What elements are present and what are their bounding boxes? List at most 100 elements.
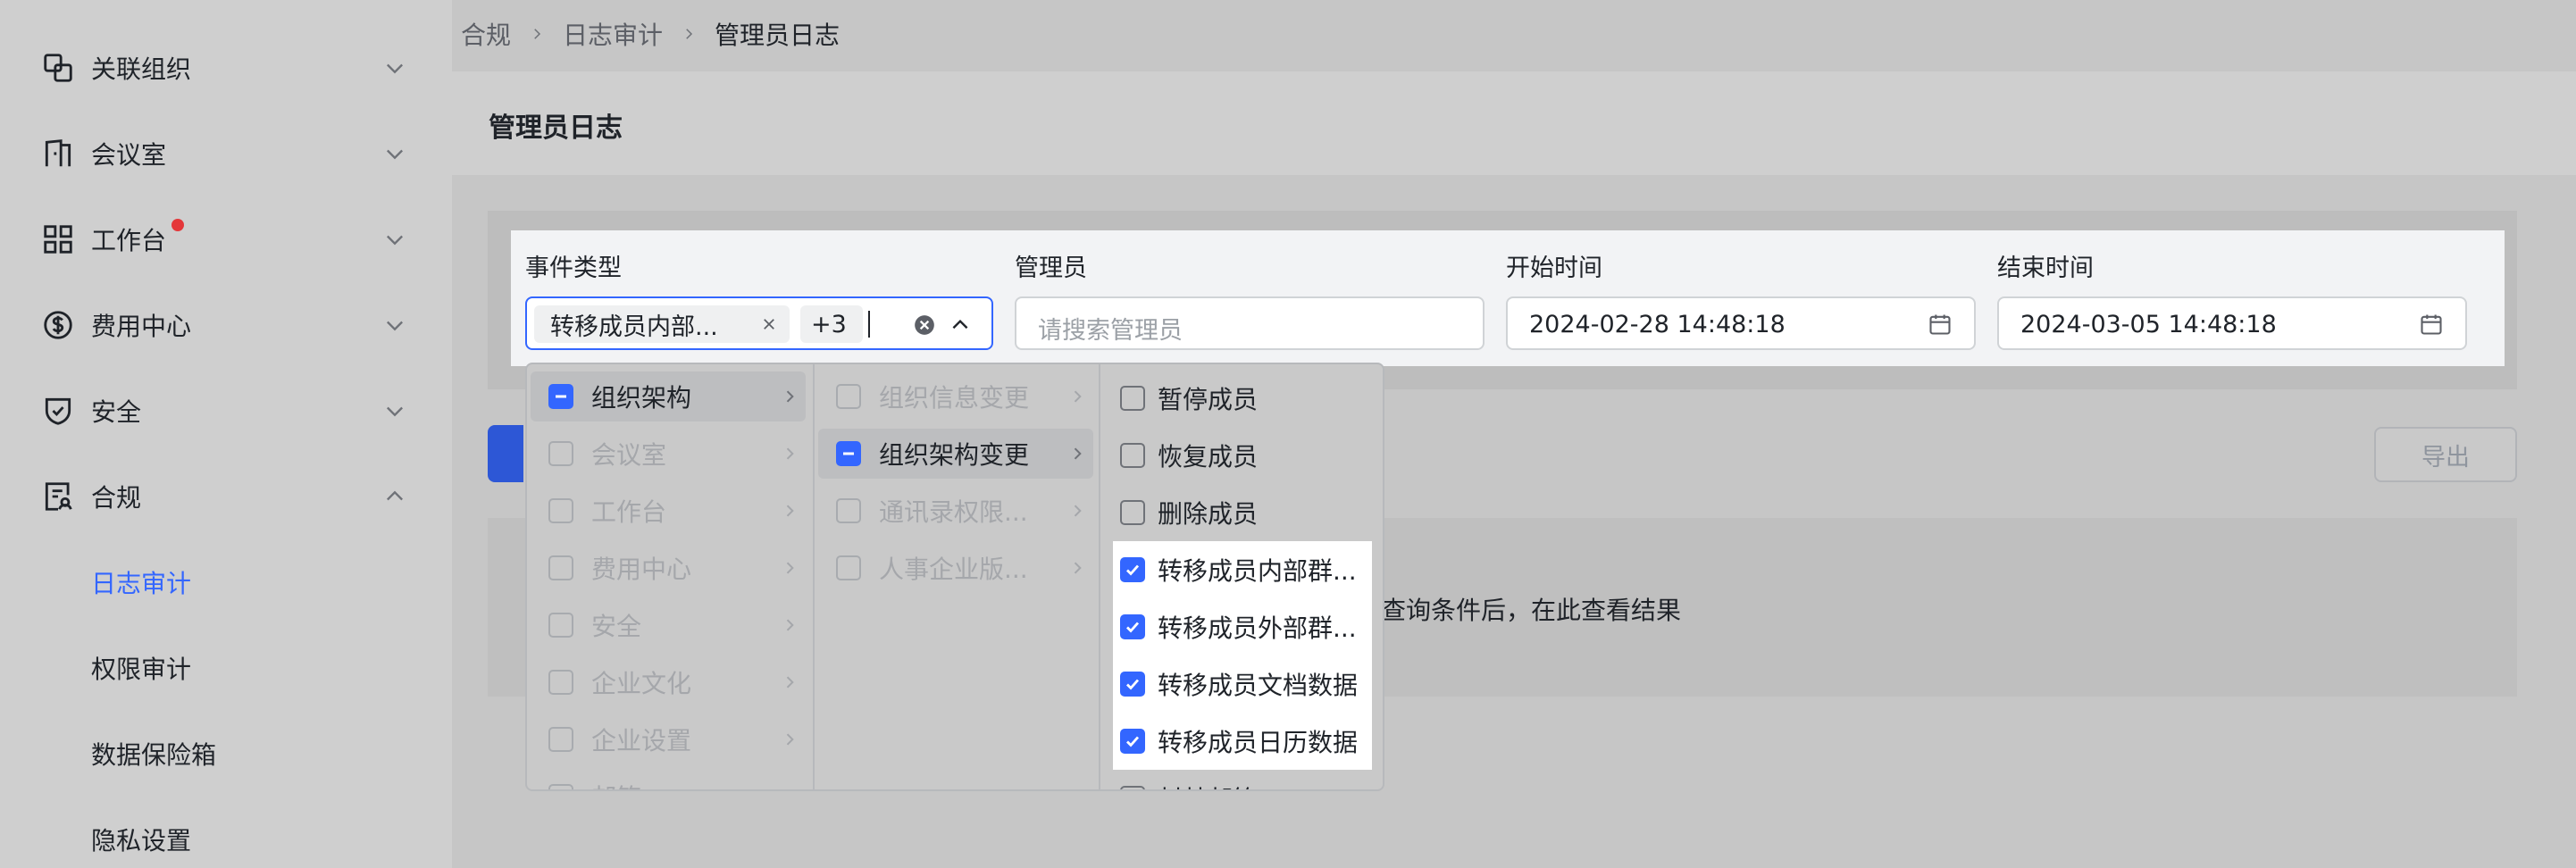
minus-icon <box>556 395 566 398</box>
cascader-option[interactable]: 转移成员内部群... <box>1106 545 1376 595</box>
checkbox-partial[interactable] <box>548 384 573 409</box>
cascader-option[interactable]: 企业文化 <box>531 657 806 707</box>
cascader-option[interactable]: 组织信息变更 <box>818 371 1093 421</box>
sidebar-sub-privacy[interactable]: 隐私设置 <box>91 822 191 857</box>
sidebar-sub-log-audit[interactable]: 日志审计 <box>91 564 191 600</box>
cascader-option[interactable]: 会议室 <box>531 429 806 479</box>
checkbox[interactable] <box>548 670 573 695</box>
check-icon <box>1126 736 1140 747</box>
sidebar-item-label: 会议室 <box>91 140 167 170</box>
chevron-right-icon <box>686 29 693 39</box>
event-type-select[interactable]: 转移成员内部... +3 <box>525 296 993 350</box>
sidebar-item-workbench[interactable]: 工作台 <box>0 204 452 275</box>
empty-hint: 查询条件后，在此查看结果 <box>1381 596 1682 625</box>
cascader-option[interactable]: 封禁邮箱 <box>1106 773 1376 789</box>
more-tag: +3 <box>800 305 863 343</box>
checkbox[interactable] <box>1120 443 1145 468</box>
breadcrumb-item[interactable]: 合规 <box>461 16 511 52</box>
option-label: 封禁邮箱 <box>1158 780 1258 789</box>
admin-search-input[interactable]: 请搜索管理员 <box>1015 296 1485 350</box>
cascader-option[interactable]: 暂停成员 <box>1106 373 1376 423</box>
breadcrumb: 合规 日志审计 管理员日志 <box>461 16 840 52</box>
checkbox[interactable] <box>548 784 573 789</box>
checkbox[interactable] <box>548 613 573 638</box>
clear-icon[interactable] <box>913 313 936 337</box>
option-label: 转移成员文档数据 <box>1158 671 1359 700</box>
sidebar-sub-data-vault[interactable]: 数据保险箱 <box>91 736 216 772</box>
checkbox[interactable] <box>836 555 861 580</box>
sidebar-item-label: 费用中心 <box>91 312 192 341</box>
checkbox[interactable] <box>548 727 573 752</box>
chevron-right-icon <box>786 447 794 460</box>
end-time-picker[interactable]: 2024-03-05 14:48:18 <box>1997 296 2467 350</box>
checkbox[interactable] <box>1120 500 1145 525</box>
cascader-option[interactable]: 组织架构变更 <box>818 429 1093 479</box>
checkbox[interactable] <box>1120 786 1145 789</box>
chevron-down-icon <box>387 149 403 160</box>
calendar-icon <box>1929 314 1951 335</box>
checkbox[interactable] <box>1120 386 1145 411</box>
breadcrumb-item[interactable]: 日志审计 <box>563 16 663 52</box>
chevron-down-icon <box>387 406 403 417</box>
checkbox-checked[interactable] <box>1120 729 1145 754</box>
cascader-option[interactable]: 组织架构 <box>531 371 806 421</box>
sidebar-item-security[interactable]: 安全 <box>0 375 452 447</box>
option-label: 组织信息变更 <box>879 383 1030 413</box>
page-title: 管理员日志 <box>489 113 623 144</box>
sidebar-item-label: 安全 <box>91 397 142 427</box>
chevron-right-icon <box>534 29 541 39</box>
cascader-option[interactable]: 删除成员 <box>1106 488 1376 538</box>
breadcrumb-current: 管理员日志 <box>715 21 841 50</box>
chevron-down-icon <box>387 321 403 331</box>
sidebar-sub-permission-audit[interactable]: 权限审计 <box>91 650 191 686</box>
check-icon <box>1126 679 1140 690</box>
sidebar-item-compliance[interactable]: 合规 <box>0 461 452 532</box>
cascader-option[interactable]: 转移成员文档数据 <box>1106 659 1376 709</box>
sidebar-item-related-org[interactable]: 关联组织 <box>0 32 452 104</box>
start-time-value: 2024-02-28 14:48:18 <box>1529 311 1786 338</box>
sidebar-item-meeting-room[interactable]: 会议室 <box>0 118 452 189</box>
more-tag-label: +3 <box>811 310 847 338</box>
start-time-label: 开始时间 <box>1506 255 1602 282</box>
checkbox-checked[interactable] <box>1120 614 1145 639</box>
cascader-option[interactable]: 恢复成员 <box>1106 430 1376 480</box>
checkbox[interactable] <box>548 498 573 523</box>
chevron-up-icon[interactable] <box>949 313 972 337</box>
checkbox[interactable] <box>548 441 573 466</box>
option-label: 安全 <box>591 612 642 641</box>
cascader-option[interactable]: 通讯录权限... <box>818 486 1093 536</box>
start-time-picker[interactable]: 2024-02-28 14:48:18 <box>1506 296 1976 350</box>
check-icon <box>1126 622 1140 633</box>
dollar-icon <box>44 311 72 339</box>
calendar-icon <box>2421 314 2442 335</box>
close-icon[interactable] <box>761 316 777 332</box>
cascader-option[interactable]: 转移成员日历数据 <box>1106 716 1376 766</box>
link-org-icon <box>44 54 72 82</box>
checkbox-partial[interactable] <box>836 441 861 466</box>
chevron-right-icon <box>1074 390 1082 403</box>
checkbox[interactable] <box>836 498 861 523</box>
checkbox[interactable] <box>836 384 861 409</box>
option-label: 组织架构变更 <box>879 440 1030 470</box>
cascader-option[interactable]: 邮箱 <box>531 772 806 789</box>
end-time-label: 结束时间 <box>1997 255 2094 282</box>
sidebar-item-billing[interactable]: 费用中心 <box>0 289 452 361</box>
export-button[interactable]: 导出 <box>2374 427 2517 482</box>
cascader-option[interactable]: 工作台 <box>531 486 806 536</box>
option-label: 工作台 <box>591 497 667 527</box>
cascader-option[interactable]: 转移成员外部群... <box>1106 602 1376 652</box>
option-label: 会议室 <box>591 440 667 470</box>
event-type-dropdown: 组织架构 会议室 工作台 费用中心 安全 企业文化 企业设置 邮箱 组织信息变更 <box>525 363 1384 791</box>
checkbox-checked[interactable] <box>1120 672 1145 697</box>
chevron-right-icon <box>786 733 794 746</box>
cascader-option[interactable]: 企业设置 <box>531 714 806 764</box>
checkbox[interactable] <box>548 555 573 580</box>
cascader-option[interactable]: 人事企业版... <box>818 543 1093 593</box>
cascader-option[interactable]: 安全 <box>531 600 806 650</box>
minus-icon <box>843 452 854 455</box>
chevron-down-icon <box>387 63 403 74</box>
checkbox-checked[interactable] <box>1120 557 1145 582</box>
query-button[interactable] <box>488 425 523 482</box>
chevron-right-icon <box>1074 447 1082 460</box>
cascader-option[interactable]: 费用中心 <box>531 543 806 593</box>
